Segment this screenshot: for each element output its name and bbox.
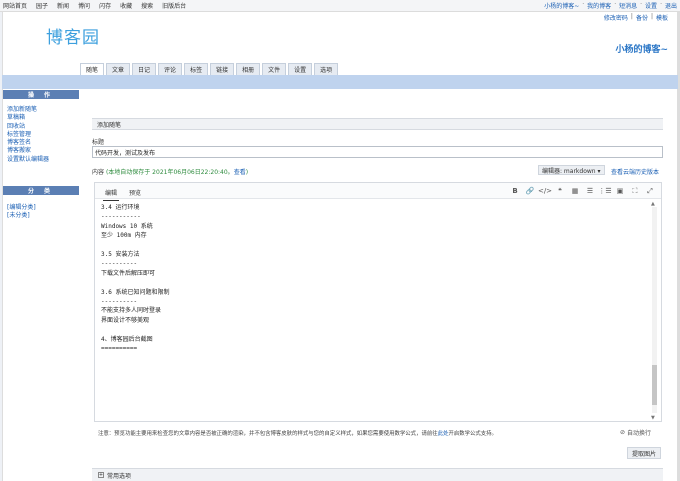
admin-tabs: 随笔 文章 日记 评论 标签 链接 相册 文件 设置 选项: [80, 63, 339, 75]
content-meta: 内容 (本地自动保存于 2021年06月06日22:20:40。查看): [92, 167, 248, 176]
tab-bar-background: [2, 75, 678, 89]
title-label: 标题: [92, 139, 105, 146]
content-label: 内容: [92, 169, 105, 176]
messages-link[interactable]: 短消息: [619, 1, 637, 10]
ordered-list-icon[interactable]: ⋮☰: [598, 186, 611, 196]
no-wrap-icon: ⊘: [620, 429, 626, 436]
categories-list: [编辑分类] [未分类]: [7, 204, 36, 219]
title-input[interactable]: 代码开发，测试及发布: [92, 146, 663, 158]
common-options-header[interactable]: + 常用选项: [92, 468, 663, 481]
template-link[interactable]: 模板: [656, 13, 668, 22]
nav-link-flash[interactable]: 闪存: [99, 1, 111, 10]
nav-link-home[interactable]: 网站首页: [3, 1, 27, 10]
preview-note-text: 注意：预览功能主要用来检查您的文章内容是否被正确的渲染，并不包含博客皮肤的样式与…: [98, 431, 438, 437]
auto-wrap-toggle[interactable]: ⊘ 自动换行: [620, 428, 651, 437]
tab-settings[interactable]: 设置: [288, 63, 313, 75]
editor-type-dropdown[interactable]: 编辑器: markdown ▾: [538, 165, 605, 175]
code-icon[interactable]: </>: [538, 186, 552, 196]
categories-header: 分 类: [3, 186, 79, 195]
tab-preview[interactable]: 预览: [129, 188, 141, 197]
nav-link-search[interactable]: 搜索: [141, 1, 153, 10]
operations-list: 添加新随笔 草稿箱 回收站 标签管理 博客签名 博客搬家 设置默认编辑器: [7, 106, 49, 163]
change-password-link[interactable]: 修改密码: [604, 13, 628, 22]
fullscreen-icon[interactable]: ⛶: [630, 186, 640, 196]
math-support-link[interactable]: 此处: [438, 431, 449, 437]
sidebar-item-blog-signature[interactable]: 博客签名: [7, 139, 49, 146]
tab-files[interactable]: 文件: [262, 63, 287, 75]
scroll-down-icon[interactable]: ▼: [651, 415, 655, 421]
sidebar-item-blog-migration[interactable]: 博客搬家: [7, 147, 49, 154]
settings-link[interactable]: 设置: [645, 1, 657, 10]
separator: |: [650, 13, 653, 20]
expand-icon[interactable]: ⤢: [645, 186, 655, 196]
my-blog-link[interactable]: 我的博客: [587, 1, 611, 10]
cloud-history-link[interactable]: 查看云端历史版本: [611, 167, 659, 176]
tab-links[interactable]: 链接: [210, 63, 235, 75]
tab-posts[interactable]: 随笔: [80, 63, 105, 75]
scrollbar-thumb[interactable]: [652, 365, 657, 405]
nav-link-garden[interactable]: 园子: [36, 1, 48, 10]
extract-images-button[interactable]: 提取图片: [627, 447, 662, 459]
sidebar-item-drafts[interactable]: 草稿箱: [7, 114, 49, 121]
preview-note: 注意：预览功能主要用来检查您的文章内容是否被正确的渲染，并不包含博客皮肤的样式与…: [98, 429, 497, 437]
common-options-label: 常用选项: [107, 472, 132, 480]
separator: |: [630, 13, 633, 20]
nav-link-news[interactable]: 新闻: [57, 1, 69, 10]
tab-comments[interactable]: 评论: [158, 63, 183, 75]
sidebar-item-uncategorized[interactable]: [未分类]: [7, 212, 36, 219]
separator: ·: [640, 1, 643, 8]
autosave-view-link[interactable]: 查看: [234, 169, 246, 176]
sidebar-item-trash[interactable]: 回收站: [7, 123, 49, 130]
site-logo[interactable]: 博客园: [46, 23, 100, 48]
site-links: 网站首页 园子 新闻 博问 闪存 收藏 搜索 旧版后台: [3, 1, 186, 10]
link-icon[interactable]: 🔗: [525, 186, 535, 196]
separator: ·: [614, 1, 617, 8]
toolbar-icons: B 🔗 </> ❝ ▦ ☰ ⋮☰ ▣ ⛶ ⤢: [510, 186, 655, 196]
separator: ·: [660, 1, 662, 8]
user-name-link[interactable]: 小杨的博客~: [544, 1, 579, 10]
nav-link-favorites[interactable]: 收藏: [120, 1, 132, 10]
tab-articles[interactable]: 文章: [106, 63, 131, 75]
autosave-status: (本地自动保存于 2021年06月06日22:20:40。: [105, 169, 234, 176]
editor-toolbar: 编辑 预览 B 🔗 </> ❝ ▦ ☰ ⋮☰ ▣ ⛶ ⤢: [95, 183, 661, 201]
logout-link[interactable]: 退出: [665, 1, 677, 10]
image-icon[interactable]: ▣: [615, 186, 625, 196]
auto-wrap-label: 自动换行: [627, 430, 652, 437]
nav-link-questions[interactable]: 博问: [78, 1, 90, 10]
user-links: 小杨的博客~ · 我的博客 · 短消息 · 设置 · 退出: [544, 1, 677, 10]
backup-link[interactable]: 备份: [636, 13, 648, 22]
tab-options[interactable]: 选项: [314, 63, 339, 75]
unordered-list-icon[interactable]: ☰: [585, 186, 595, 196]
editor-content[interactable]: 3.4 运行环境 ----------- Windows 10 系统 至少 10…: [101, 203, 169, 354]
preview-note-suffix: 开启数学公式支持。: [448, 431, 497, 437]
bold-icon[interactable]: B: [510, 186, 520, 196]
editor-scrollbar[interactable]: ▲ ▼: [651, 201, 657, 421]
markdown-editor: 编辑 预览 B 🔗 </> ❝ ▦ ☰ ⋮☰ ▣ ⛶ ⤢ 3.4 运行环境 --…: [94, 182, 662, 422]
tab-albums[interactable]: 相册: [236, 63, 261, 75]
account-links: 修改密码 | 备份 | 模板: [604, 13, 668, 22]
sidebar-item-new-post[interactable]: 添加新随笔: [7, 106, 49, 113]
blog-title[interactable]: 小杨的博客~: [615, 42, 668, 55]
sidebar-item-edit-categories[interactable]: [编辑分类]: [7, 204, 36, 211]
tab-diary[interactable]: 日记: [132, 63, 157, 75]
quote-icon[interactable]: ❝: [555, 186, 565, 196]
table-icon[interactable]: ▦: [570, 186, 580, 196]
nav-link-old-admin[interactable]: 旧版后台: [162, 1, 186, 10]
section-header: 添加随笔: [92, 118, 663, 130]
sidebar-item-tag-management[interactable]: 标签管理: [7, 131, 49, 138]
separator: ·: [582, 1, 585, 8]
expand-toggle-icon[interactable]: +: [98, 472, 104, 478]
top-navigation-bar: 网站首页 园子 新闻 博问 闪存 收藏 搜索 旧版后台 小杨的博客~ · 我的博客…: [0, 0, 680, 12]
operations-header: 操 作: [3, 90, 79, 99]
autosave-close: ): [245, 169, 249, 176]
sidebar-item-default-editor[interactable]: 设置默认编辑器: [7, 156, 49, 163]
tab-tags[interactable]: 标签: [184, 63, 209, 75]
tab-edit[interactable]: 编辑: [102, 188, 120, 201]
